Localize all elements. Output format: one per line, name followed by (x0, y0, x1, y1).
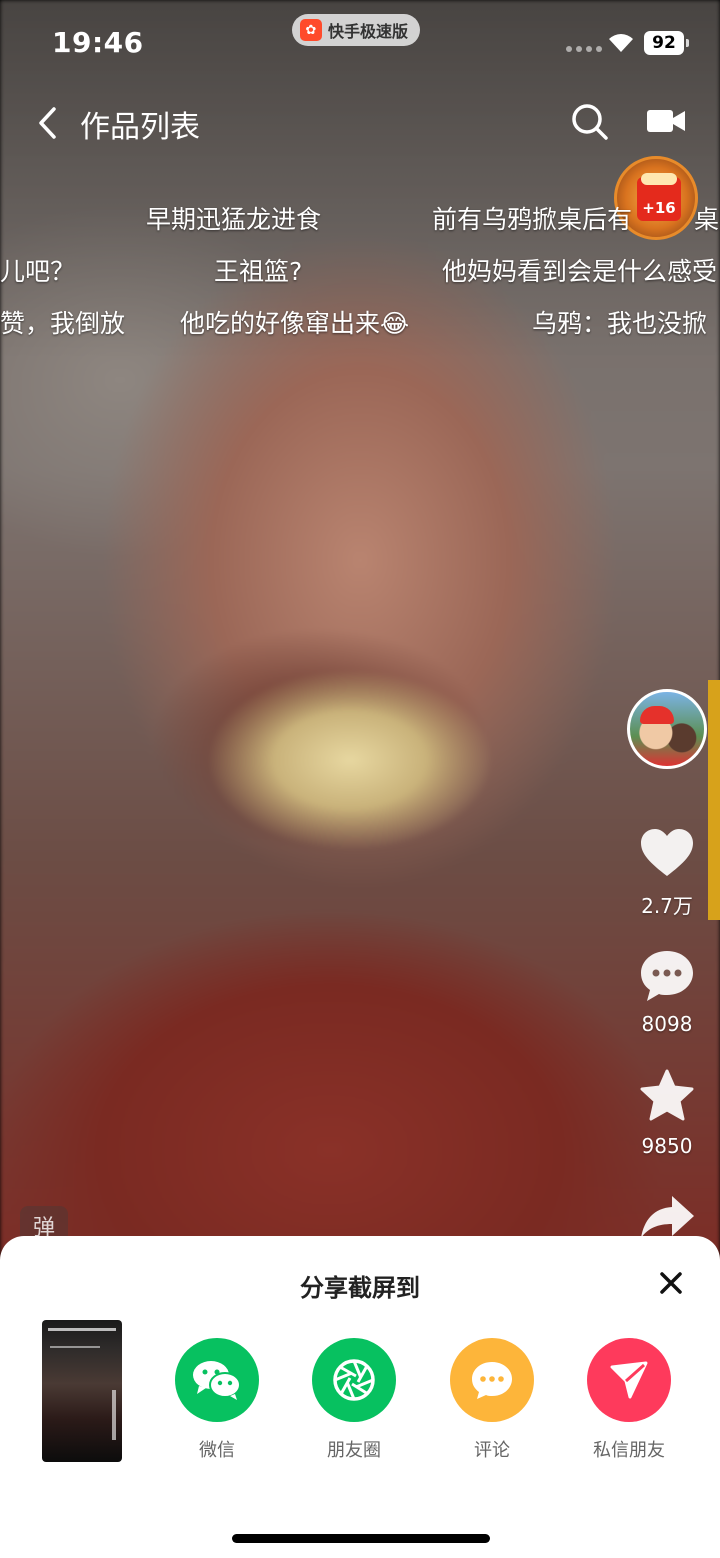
thumb-title-line (50, 1346, 100, 1348)
share-comment-label: 评论 (474, 1440, 510, 1461)
back-icon[interactable] (36, 106, 58, 140)
kuaishou-logo-icon: ✿ (300, 19, 322, 41)
danmaku-comment: 早期迅猛龙进食 (146, 205, 322, 234)
screenshot-thumbnail[interactable] (42, 1320, 122, 1462)
moments-shutter-icon (333, 1359, 375, 1401)
share-comment-button[interactable]: 评论 (432, 1338, 552, 1462)
thumb-status-line (48, 1328, 116, 1331)
like-count: 2.7万 (641, 894, 693, 918)
send-paper-plane-icon (610, 1361, 648, 1399)
author-avatar[interactable] (627, 689, 707, 769)
danmaku-comment: 儿吧？ (0, 257, 76, 286)
close-icon[interactable] (656, 1268, 686, 1298)
share-wechat-button[interactable]: 微信 (157, 1338, 277, 1462)
share-arrow-icon[interactable] (638, 1194, 696, 1238)
status-time: 19:46 (52, 26, 144, 59)
favorite-count: 9850 (641, 1134, 693, 1158)
comment-count: 8098 (641, 1012, 693, 1036)
share-comment-circle (450, 1338, 534, 1422)
share-wechat-label: 微信 (199, 1440, 235, 1461)
danmaku-comment: 乌鸦：我也没掀 (532, 309, 708, 338)
share-moments-button[interactable]: 朋友圈 (294, 1338, 414, 1462)
share-sheet-title: 分享截屏到 (300, 1274, 420, 1302)
page-title: 作品列表 (80, 110, 200, 145)
battery-indicator: 92 (644, 31, 684, 55)
comment-bubble-icon[interactable] (638, 948, 696, 1004)
search-icon[interactable] (570, 102, 610, 142)
comment-icon (472, 1362, 512, 1399)
share-dm-circle (587, 1338, 671, 1422)
share-dm-label: 私信朋友 (593, 1440, 665, 1461)
like-heart-icon[interactable] (638, 826, 696, 880)
wifi-icon (609, 34, 633, 52)
share-dm-button[interactable]: 私信朋友 (569, 1338, 689, 1462)
share-moments-circle (312, 1338, 396, 1422)
home-indicator[interactable] (232, 1534, 490, 1543)
share-moments-label: 朋友圈 (327, 1440, 381, 1461)
thumb-rail-line (112, 1390, 116, 1440)
next-video-edge (708, 680, 720, 920)
danmaku-comment: 前有乌鸦掀桌后有 (432, 205, 633, 234)
battery-tip (686, 39, 689, 47)
danmaku-comment: 他吃的好像窜出来😂 (180, 309, 410, 338)
avatar-helmet (640, 706, 674, 724)
share-wechat-circle (175, 1338, 259, 1422)
share-sheet: 分享截屏到 微信 朋友圈 评论 私信朋友 (0, 1236, 720, 1558)
danmaku-comment: 他妈妈看到会是什么感受 (442, 257, 718, 286)
danmaku-comment: 赞，我倒放 (0, 309, 126, 338)
cellular-signal-icon (566, 46, 602, 52)
video-camera-icon[interactable] (646, 106, 686, 136)
favorite-star-icon[interactable] (638, 1068, 696, 1124)
danmaku-comment: 王祖篮? (214, 257, 303, 286)
app-badge-label: 快手极速版 (328, 22, 409, 41)
wechat-icon (193, 1361, 241, 1400)
danmaku-comment: 桌 (694, 205, 720, 234)
app-badge[interactable]: ✿ 快手极速版 (292, 14, 421, 46)
